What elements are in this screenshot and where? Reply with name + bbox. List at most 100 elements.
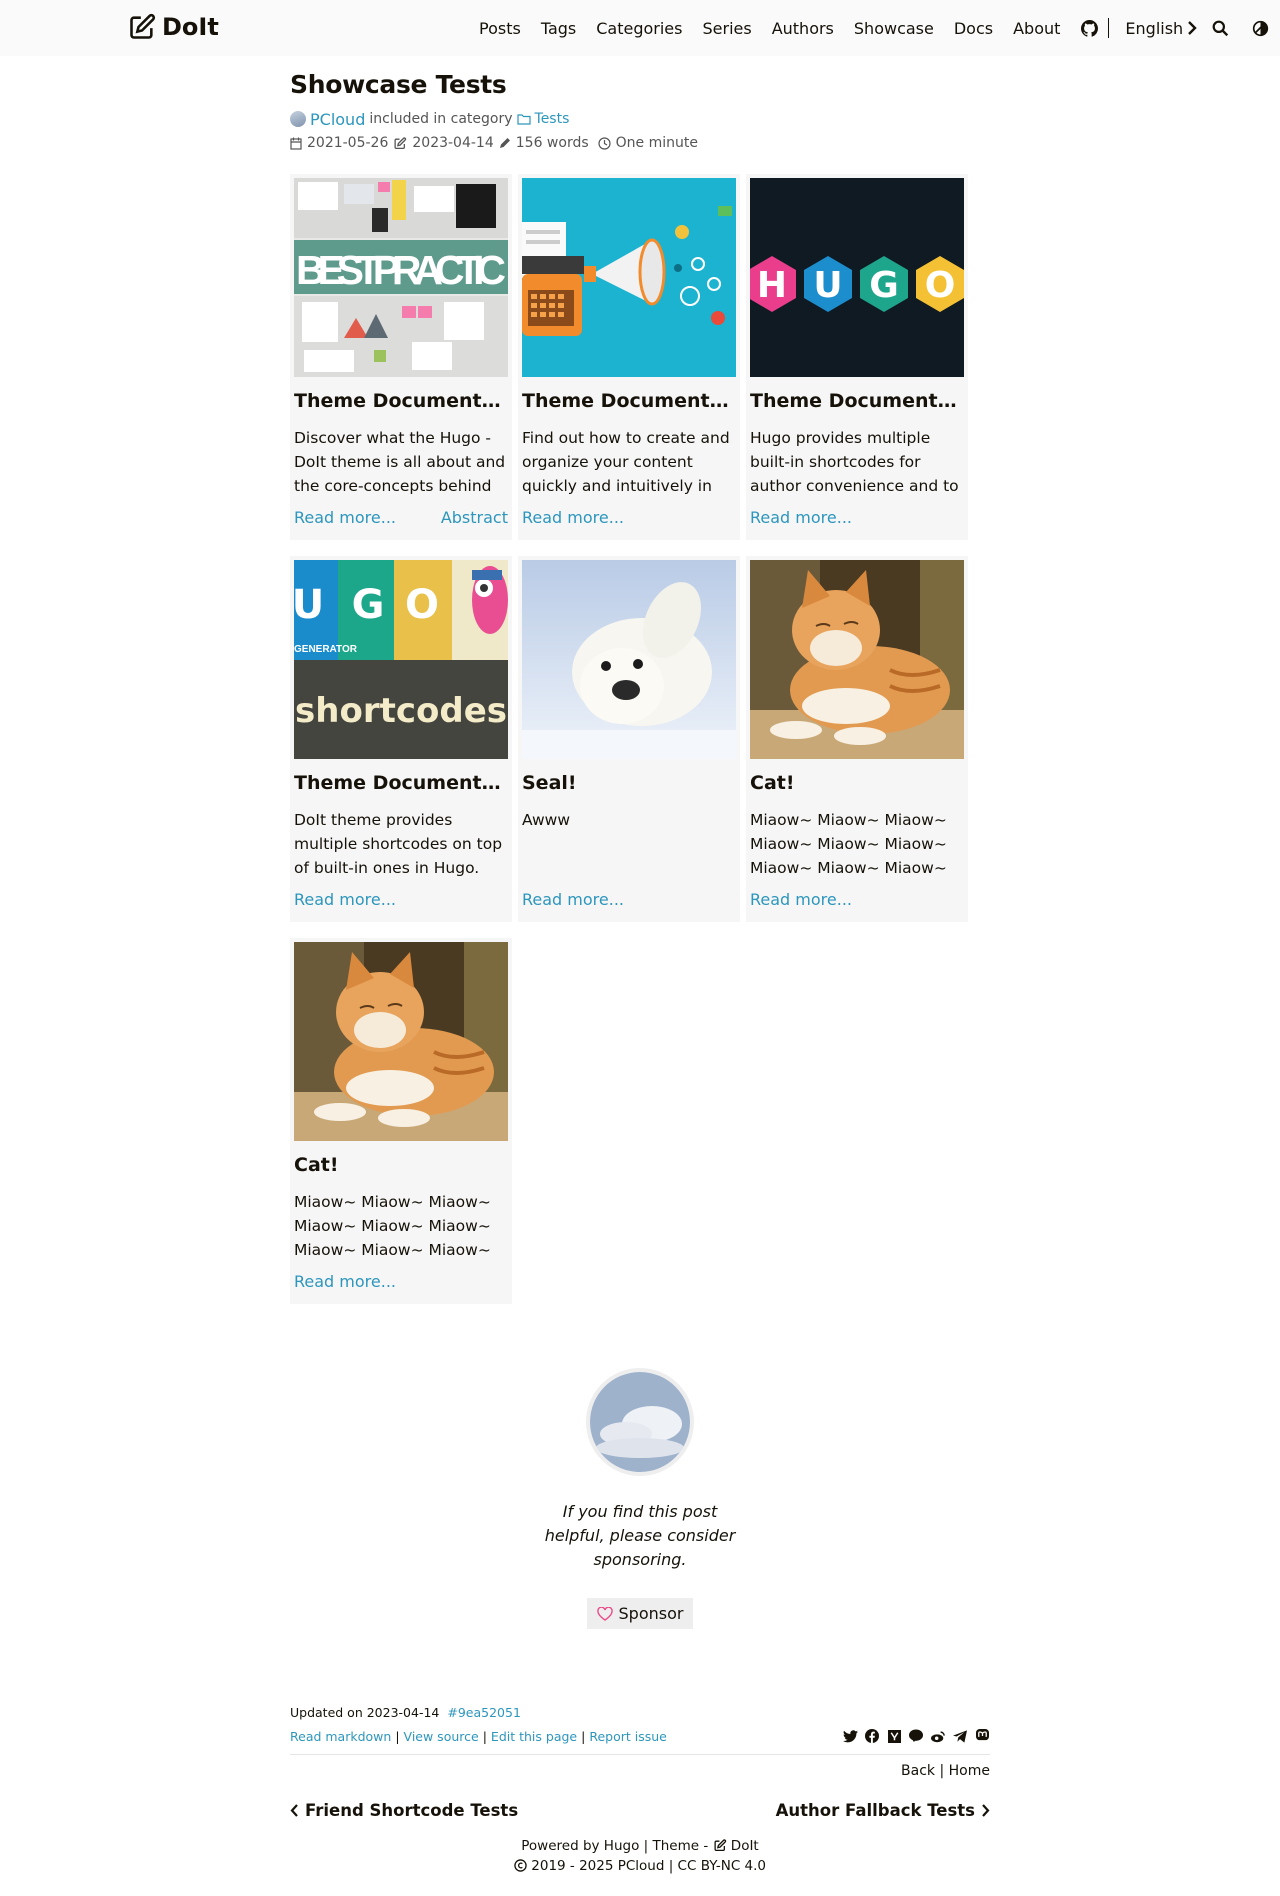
image-banner-text: BESTPRACTIC <box>296 247 506 293</box>
showcase-card[interactable]: U G O GENERATOR shortcodes Theme Documen… <box>290 556 512 922</box>
shortcodes-letter-o: O <box>405 582 439 628</box>
card-description: DoIt theme provides multiple shortcodes … <box>294 811 503 877</box>
card-title[interactable]: Cat! <box>294 1154 508 1176</box>
main-nav: Posts Tags Categories Series Authors Sho… <box>479 18 1269 38</box>
card-description: Awww <box>522 811 571 829</box>
commit-link[interactable]: #9ea52051 <box>447 1705 521 1720</box>
link-separator: | <box>395 1728 400 1744</box>
card-image-seal[interactable] <box>522 560 736 759</box>
theme-link[interactable]: DoIt <box>731 1838 759 1854</box>
link-separator: | <box>581 1728 586 1744</box>
hackernews-icon[interactable] <box>886 1728 902 1744</box>
page-title: Showcase Tests <box>290 70 507 99</box>
powered-by: Powered by Hugo | Theme - DoIt <box>0 1836 1280 1856</box>
showcase-card[interactable]: Seal! Awww Read more... <box>518 556 740 922</box>
author-avatar <box>290 111 306 127</box>
nav-about[interactable]: About <box>1013 19 1060 38</box>
back-link[interactable]: Back <box>901 1763 935 1779</box>
sponsor-button[interactable]: Sponsor <box>586 1598 694 1629</box>
edit-icon <box>394 136 407 149</box>
nav-docs[interactable]: Docs <box>954 19 993 38</box>
read-more-link[interactable]: Read more... <box>522 890 624 909</box>
reading-time: One minute <box>615 135 698 151</box>
card-title[interactable]: Theme Documentation - Basics <box>294 390 508 412</box>
shortcodes-word: shortcodes <box>295 691 507 731</box>
brand-name: DoIt <box>162 13 219 41</box>
prev-post-link[interactable]: Friend Shortcode Tests <box>290 1801 518 1820</box>
card-image-best-practices[interactable]: BESTPRACTIC <box>294 178 508 377</box>
author-link[interactable]: PCloud <box>310 110 365 129</box>
showcase-card[interactable]: Cat! Miaow~ Miaow~ Miaow~ Miaow~ Miaow~ … <box>290 938 512 1304</box>
post-content: Showcase Tests PCloud included in catego… <box>290 70 990 1304</box>
github-icon[interactable] <box>1080 19 1098 37</box>
nav-tags[interactable]: Tags <box>541 19 576 38</box>
chevron-right-icon <box>1188 21 1197 35</box>
post-author-line: PCloud included in category Tests <box>290 109 990 129</box>
showcase-card[interactable]: Theme Documentation - Content Find out h… <box>518 174 740 540</box>
nav-series[interactable]: Series <box>702 19 751 38</box>
category-link[interactable]: Tests <box>535 111 570 127</box>
shortcodes-small-text: GENERATOR <box>294 644 358 655</box>
card-title[interactable]: Theme Documentation - Extended Shortcode… <box>294 772 508 794</box>
read-more-link[interactable]: Read more... <box>750 890 852 909</box>
weibo-icon[interactable] <box>930 1728 946 1744</box>
view-source-link[interactable]: View source <box>404 1729 479 1744</box>
card-title[interactable]: Seal! <box>522 772 736 794</box>
chevron-right-icon <box>982 1804 990 1817</box>
card-title[interactable]: Theme Documentation - Built-in Shortcode… <box>750 390 964 412</box>
read-more-link[interactable]: Read more... <box>294 1272 396 1291</box>
showcase-card[interactable]: Cat! Miaow~ Miaow~ Miaow~ Miaow~ Miaow~ … <box>746 556 968 922</box>
nav-showcase[interactable]: Showcase <box>854 19 934 38</box>
card-title[interactable]: Cat! <box>750 772 964 794</box>
updated-date: 2023-04-14 <box>412 135 494 151</box>
facebook-icon[interactable] <box>864 1728 880 1744</box>
nav-authors[interactable]: Authors <box>772 19 834 38</box>
read-markdown-link[interactable]: Read markdown <box>290 1729 391 1744</box>
card-image-typewriter[interactable] <box>522 178 736 377</box>
shortcodes-letter-g: G <box>352 582 385 628</box>
read-more-link[interactable]: Read more... <box>750 508 852 527</box>
read-more-link[interactable]: Read more... <box>522 508 624 527</box>
showcase-card[interactable]: H U G O Theme Documentation - Built-in S… <box>746 174 968 540</box>
prev-post-title: Friend Shortcode Tests <box>305 1801 519 1820</box>
read-more-link[interactable]: Read more... <box>294 508 396 527</box>
line-icon[interactable] <box>908 1728 924 1744</box>
sponsor-message: If you find this post helpful, please co… <box>544 1502 736 1569</box>
next-post-link[interactable]: Author Fallback Tests <box>776 1801 990 1820</box>
theme-toggle-icon[interactable] <box>1251 19 1269 37</box>
search-icon[interactable] <box>1211 19 1229 37</box>
clock-icon <box>598 136 611 150</box>
home-link[interactable]: Home <box>949 1763 990 1779</box>
post-navigation: Friend Shortcode Tests Author Fallback T… <box>290 1801 990 1820</box>
nav-divider <box>1108 18 1110 38</box>
language-label: English <box>1125 18 1184 38</box>
pencil-icon <box>499 138 510 148</box>
mastodon-icon[interactable] <box>974 1728 990 1744</box>
language-switcher[interactable]: English <box>1125 19 1197 38</box>
footer-divider <box>290 1754 990 1755</box>
twitter-icon[interactable] <box>842 1728 858 1744</box>
site-logo[interactable]: DoIt <box>128 13 219 41</box>
card-image-cat[interactable] <box>750 560 964 759</box>
read-more-link[interactable]: Read more... <box>294 890 396 909</box>
folder-icon <box>516 114 531 125</box>
calendar-icon <box>290 137 302 150</box>
nav-categories[interactable]: Categories <box>596 19 682 38</box>
share-icons <box>842 1728 990 1744</box>
copyright-text: 2019 - 2025 PCloud | CC BY-NC 4.0 <box>531 1858 767 1874</box>
hugo-letter-h: H <box>757 265 787 306</box>
card-image-shortcodes[interactable]: U G O GENERATOR shortcodes <box>294 560 508 759</box>
report-issue-link[interactable]: Report issue <box>589 1729 667 1744</box>
card-description: Discover what the Hugo - DoIt theme is a… <box>294 429 506 495</box>
showcase-card[interactable]: BESTPRACTIC Theme Documentation - Basics… <box>290 174 512 540</box>
nav-posts[interactable]: Posts <box>479 19 521 38</box>
edit-page-link[interactable]: Edit this page <box>491 1729 577 1744</box>
card-image-cat[interactable] <box>294 942 508 1141</box>
card-description: Miaow~ Miaow~ Miaow~ Miaow~ Miaow~ Miaow… <box>294 1193 491 1259</box>
site-footer: Powered by Hugo | Theme - DoIt 2019 - 20… <box>0 1836 1280 1876</box>
abstract-link[interactable]: Abstract <box>441 508 508 527</box>
telegram-icon[interactable] <box>952 1728 968 1744</box>
word-count: 156 words <box>515 135 589 151</box>
card-title[interactable]: Theme Documentation - Content <box>522 390 736 412</box>
card-image-hugo[interactable]: H U G O <box>750 178 964 377</box>
